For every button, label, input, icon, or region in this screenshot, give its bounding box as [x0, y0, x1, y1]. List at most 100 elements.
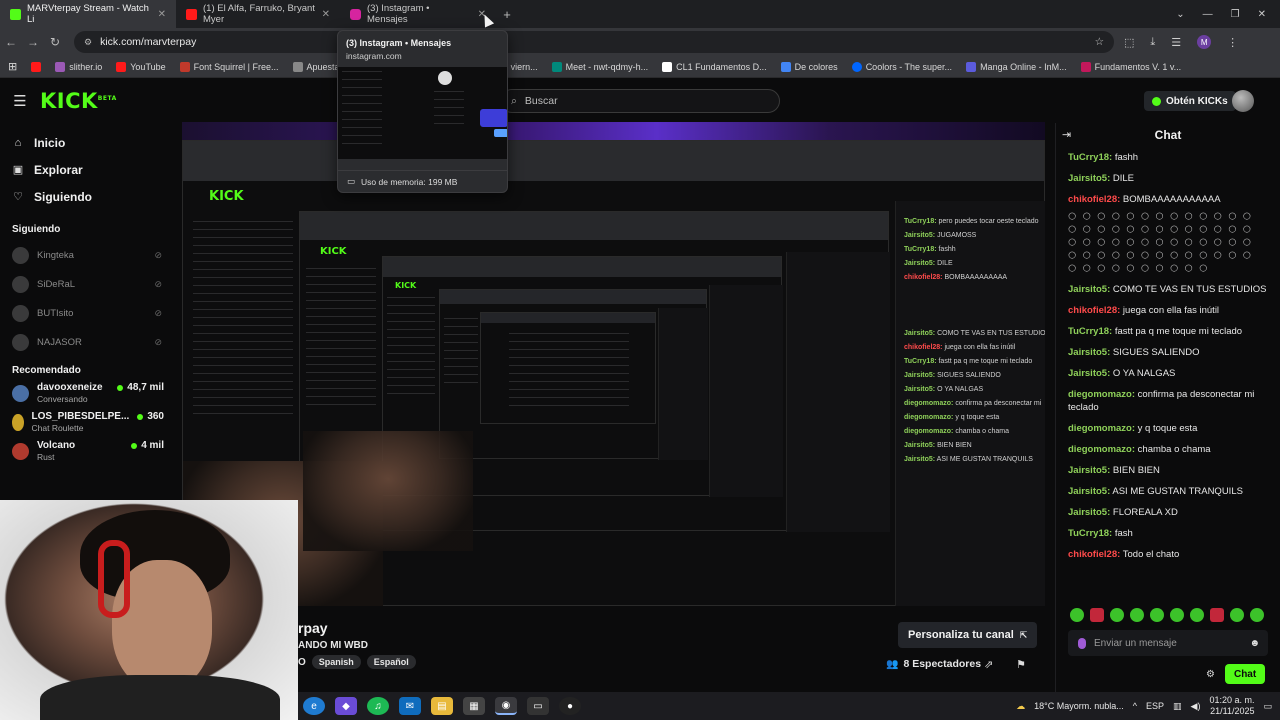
bookmark-item[interactable]: Font Squirrel | Free... [179, 61, 279, 72]
emote-icon[interactable] [1150, 608, 1164, 622]
emote-icon[interactable] [1250, 608, 1264, 622]
forward-button[interactable]: → [22, 35, 44, 49]
bookmark-item[interactable]: Fundamentos V. 1 v... [1080, 61, 1181, 72]
chat-settings-icon[interactable]: ⚙ [1206, 669, 1215, 680]
emote-icon[interactable] [1210, 608, 1224, 622]
chat-message-input[interactable]: Enviar un mensaje ☻ [1068, 630, 1268, 656]
bookmark-item[interactable]: Meet - nwt-qdmy-h... [551, 61, 648, 72]
user-avatar[interactable] [1232, 90, 1254, 112]
bookmark-item[interactable]: YouTube [116, 61, 166, 72]
following-channel[interactable]: NAJASOR ⊘ [0, 328, 176, 357]
extensions-icon[interactable]: ⬚ [1124, 36, 1134, 49]
tab-search-icon[interactable]: ⌄ [1176, 9, 1184, 20]
recommended-channel[interactable]: davooxeneize Conversando 48,7 mil [0, 382, 176, 411]
offline-icon: ⊘ [154, 250, 162, 260]
clock[interactable]: 01:20 a. m. 21/11/2025 [1209, 695, 1254, 717]
live-dot-icon [117, 384, 124, 391]
minimize-button[interactable]: — [1203, 9, 1213, 20]
kick-sidebar: ⌂ Inicio ▣ Explorar ♡ Siguiendo Siguiend… [0, 123, 176, 500]
chat-message: Jairsito5: ASI ME GUSTAN TRANQUILS [1068, 486, 1243, 497]
calendar-icon[interactable]: ▦ [463, 697, 485, 715]
emoji-picker-icon[interactable]: ☻ [1249, 638, 1260, 649]
tab-youtube[interactable]: (1) El Alfa, Farruko, Bryant Myer ✕ [176, 0, 340, 28]
emote-spam: 🌕 🌕 🌕 🌕 🌕 🌕 🌕 🌕 🌕 🌕 🌕 🌕 🌕 🌕 🌕 🌕 🌕 🌕 🌕 🌕 🌕… [1068, 212, 1254, 273]
copilot-icon[interactable]: ◆ [335, 697, 357, 715]
reading-list-icon[interactable]: ☰ [1171, 36, 1181, 49]
tag-chip[interactable]: Spanish [311, 655, 361, 669]
chrome-icon[interactable]: ◉ [495, 697, 517, 715]
weather-text[interactable]: 18°C Mayorm. nubla... [1034, 701, 1124, 711]
recommended-channel[interactable]: Volcano Rust 4 mil [0, 440, 176, 469]
site-info-icon[interactable]: ⚙ [84, 37, 92, 48]
apps-grid-icon[interactable]: ⊞ [8, 60, 17, 73]
profile-avatar[interactable]: M [1197, 35, 1212, 49]
terminal-icon[interactable]: ▭ [527, 697, 549, 715]
send-chat-button[interactable]: Chat [1224, 664, 1266, 684]
stream-video-player[interactable]: KICK TuCrry18: pero puedes tocar oeste t… [182, 122, 1045, 606]
following-heading: Siguiendo [12, 224, 61, 235]
chat-title: Chat [1154, 128, 1182, 142]
close-window-button[interactable]: ✕ [1258, 9, 1266, 20]
headphones-icon [98, 540, 130, 618]
notification-icon[interactable]: ▭ [1263, 701, 1272, 712]
tray-chevron-icon[interactable]: ^ [1133, 701, 1137, 711]
tab-kick-stream[interactable]: MARVterpay Stream - Watch Li ✕ [0, 0, 176, 28]
bookmark-star-icon[interactable]: ☆ [1095, 36, 1104, 48]
nav-inicio[interactable]: ⌂ Inicio [0, 129, 176, 156]
get-kicks-button[interactable]: Obtén KICKs [1144, 91, 1236, 111]
recommended-channel[interactable]: LOS_PIBESDELPE... Chat Roulette 360 [0, 411, 176, 440]
chat-message: diegomomazo: confirma pa desconectar mi … [1068, 389, 1255, 413]
search-input[interactable]: ⌕ Buscar [500, 89, 780, 113]
tab-instagram[interactable]: (3) Instagram • Mensajes ✕ [340, 0, 496, 28]
close-tab-icon[interactable]: ✕ [322, 9, 330, 20]
bookmark-favicon-icon [662, 61, 673, 72]
moderation-icon[interactable]: ⚑ [1016, 658, 1026, 671]
maximize-button[interactable]: ❐ [1231, 9, 1240, 20]
obs-icon[interactable]: ● [559, 697, 581, 715]
bookmark-item[interactable]: CL1 Fundamentos D... [662, 61, 767, 72]
bookmark-item[interactable] [31, 61, 42, 72]
emote-icon[interactable] [1130, 608, 1144, 622]
language-indicator[interactable]: ESP [1146, 701, 1164, 711]
network-icon[interactable]: ▥ [1173, 701, 1182, 712]
back-button[interactable]: ← [0, 35, 22, 49]
reload-button[interactable]: ↻ [44, 35, 66, 49]
bookmark-item[interactable]: Manga Online - InM... [966, 61, 1067, 72]
following-channel[interactable]: Kingteka ⊘ [0, 241, 176, 270]
external-link-icon: ⇱ [1019, 629, 1028, 640]
browser-menu-icon[interactable]: ⋮ [1227, 36, 1238, 49]
bookmark-item[interactable]: slither.io [55, 61, 102, 72]
close-tab-icon[interactable]: ✕ [158, 9, 166, 20]
share-icon[interactable]: ⇗ [984, 658, 993, 671]
tab-title: MARVterpay Stream - Watch Li [27, 3, 149, 25]
url-field[interactable]: ⚙ kick.com/marvterpay ☆ [74, 31, 1114, 53]
emote-icon[interactable] [1110, 608, 1124, 622]
bookmark-item[interactable]: Coolors - The super... [851, 61, 952, 72]
emote-icon[interactable] [1090, 608, 1104, 622]
channel-name[interactable]: rpay [298, 620, 328, 636]
following-channel[interactable]: SiDeRaL ⊘ [0, 270, 176, 299]
nav-explorar[interactable]: ▣ Explorar [0, 156, 176, 183]
collapse-chat-icon[interactable]: ⇥ [1062, 128, 1071, 141]
following-channel[interactable]: BUTIsito ⊘ [0, 299, 176, 328]
hamburger-menu-icon[interactable]: ☰ [0, 92, 40, 110]
hovercard-domain: instagram.com [346, 51, 402, 61]
avatar [12, 334, 29, 351]
spotify-icon[interactable]: ♫ [367, 697, 389, 715]
bookmark-item[interactable]: De colores [780, 61, 838, 72]
avatar [12, 247, 29, 264]
tag-chip[interactable]: Español [366, 655, 416, 669]
nav-siguiendo[interactable]: ♡ Siguiendo [0, 183, 176, 210]
kick-logo[interactable]: KICKBETA [40, 89, 117, 113]
emote-icon[interactable] [1230, 608, 1244, 622]
download-icon[interactable]: ⤓ [1150, 36, 1155, 49]
edge-icon[interactable]: e [303, 697, 325, 715]
file-explorer-icon[interactable]: ▤ [431, 697, 453, 715]
outlook-icon[interactable]: ✉ [399, 697, 421, 715]
customize-channel-button[interactable]: Personaliza tu canal ⇱ [898, 622, 1038, 648]
new-tab-button[interactable]: + [496, 7, 518, 22]
volume-icon[interactable]: ◀) [1191, 701, 1201, 712]
emote-icon[interactable] [1170, 608, 1184, 622]
emote-icon[interactable] [1190, 608, 1204, 622]
emote-icon[interactable] [1070, 608, 1084, 622]
